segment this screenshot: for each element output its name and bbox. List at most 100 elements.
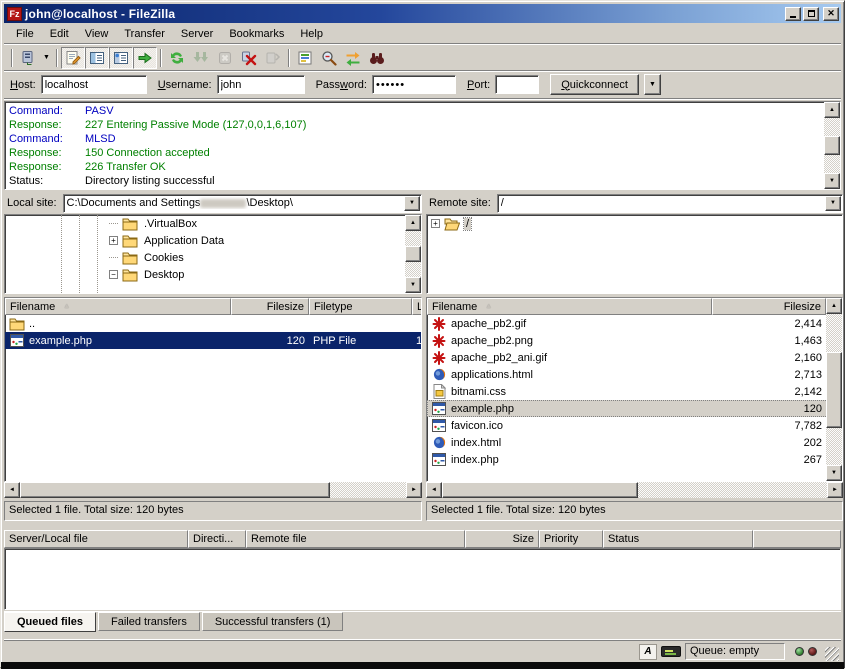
close-button[interactable]: ✕: [823, 7, 839, 21]
find-files-icon: [369, 50, 385, 66]
remote-list-scrollbar[interactable]: ▲ ▼: [826, 298, 842, 481]
scroll-up-icon[interactable]: ▲: [405, 215, 421, 231]
column-header-filename[interactable]: Filename▲: [5, 298, 231, 315]
remote-site-combobox[interactable]: / ▼: [497, 194, 843, 213]
collapse-icon[interactable]: −: [109, 270, 118, 279]
quickconnect-button[interactable]: Quickconnect: [550, 74, 639, 95]
transfer-type-icon[interactable]: A: [639, 644, 657, 660]
toggle-log-button[interactable]: [61, 47, 85, 69]
local-tree-scrollbar-thumb[interactable]: [405, 246, 421, 262]
scroll-right-icon[interactable]: ►: [406, 482, 422, 498]
local-site-dropdown-button[interactable]: ▼: [404, 196, 420, 211]
file-row[interactable]: index.html202: [427, 434, 842, 451]
minimize-button[interactable]: [785, 7, 801, 21]
resize-grip[interactable]: [825, 647, 839, 661]
queue-column-remotefile[interactable]: Remote file: [246, 530, 465, 548]
log-scrollbar[interactable]: ▲ ▼: [824, 102, 840, 189]
queue-status-text: Queue: empty: [685, 643, 785, 660]
tree-item[interactable]: +/: [427, 215, 842, 232]
remote-hscrollbar-thumb[interactable]: [442, 482, 638, 498]
column-header-filesize[interactable]: Filesize: [712, 298, 826, 315]
speed-limits-icon[interactable]: [661, 646, 681, 657]
tree-item[interactable]: +Application Data: [5, 232, 421, 249]
password-input[interactable]: [372, 75, 456, 94]
log-line-text: 150 Connection accepted: [85, 146, 210, 160]
toggle-remote-tree-button[interactable]: [109, 47, 133, 69]
tab-successful-transfers-[interactable]: Successful transfers (1): [202, 612, 344, 631]
file-row[interactable]: example.php120PHP File1: [5, 332, 421, 349]
column-header-filetype[interactable]: Filetype: [309, 298, 412, 315]
scroll-left-icon[interactable]: ◄: [4, 482, 20, 498]
scroll-down-icon[interactable]: ▼: [826, 465, 842, 481]
queue-column-serverlocalfile[interactable]: Server/Local file: [4, 530, 188, 548]
queue-column-priority[interactable]: Priority: [539, 530, 603, 548]
remote-list-hscrollbar[interactable]: ◄ ►: [426, 482, 843, 498]
toggle-local-tree-button[interactable]: [85, 47, 109, 69]
queue-column-status[interactable]: Status: [603, 530, 753, 548]
site-manager-dropdown-button[interactable]: ▼: [40, 47, 53, 69]
port-input[interactable]: [495, 75, 539, 94]
file-row[interactable]: apache_pb2.png1,463: [427, 332, 842, 349]
log-scrollbar-thumb[interactable]: [824, 136, 840, 155]
disconnect-button[interactable]: [237, 47, 261, 69]
username-input[interactable]: [217, 75, 305, 94]
queue-column-size[interactable]: Size: [465, 530, 539, 548]
menu-item-edit[interactable]: Edit: [42, 26, 77, 42]
refresh-button[interactable]: [165, 47, 189, 69]
file-cell-name: index.html: [427, 434, 712, 451]
expand-icon[interactable]: +: [109, 236, 118, 245]
site-manager-button[interactable]: [16, 47, 40, 69]
local-hscrollbar-thumb[interactable]: [20, 482, 330, 498]
local-site-combobox[interactable]: C:\Documents and Settings\Desktop\ ▼: [63, 194, 422, 213]
local-list-hscrollbar[interactable]: ◄ ►: [4, 482, 422, 498]
scroll-up-icon[interactable]: ▲: [826, 298, 842, 314]
expand-icon[interactable]: +: [431, 219, 440, 228]
menu-item-view[interactable]: View: [77, 26, 117, 42]
menubar: FileEditViewTransferServerBookmarksHelp: [4, 24, 841, 43]
synchronized-browsing-button[interactable]: [341, 47, 365, 69]
tree-item[interactable]: −Desktop: [5, 266, 421, 283]
file-row[interactable]: index.php267: [427, 451, 842, 468]
file-row[interactable]: apache_pb2.gif2,414: [427, 315, 842, 332]
menu-item-bookmarks[interactable]: Bookmarks: [221, 26, 292, 42]
column-header-filename[interactable]: Filename▲: [427, 298, 712, 315]
file-row[interactable]: apache_pb2_ani.gif2,160: [427, 349, 842, 366]
file-row[interactable]: ..: [5, 315, 421, 332]
remote-file-list: Filename▲Filesizeapache_pb2.gif2,414apac…: [426, 297, 843, 482]
scroll-up-icon[interactable]: ▲: [824, 102, 840, 118]
menu-item-transfer[interactable]: Transfer: [116, 26, 173, 42]
remote-site-dropdown-button[interactable]: ▼: [825, 196, 841, 211]
scroll-down-icon[interactable]: ▼: [405, 277, 421, 293]
toggle-queue-button[interactable]: [133, 47, 157, 69]
queue-column-directi[interactable]: Directi...: [188, 530, 246, 548]
log-line-text: 227 Entering Passive Mode (127,0,0,1,6,1…: [85, 118, 306, 132]
toolbar-separator: [160, 49, 162, 67]
menu-item-help[interactable]: Help: [292, 26, 331, 42]
file-row[interactable]: favicon.ico7,782: [427, 417, 842, 434]
tree-item-label: .VirtualBox: [142, 218, 199, 230]
file-cell-name: example.php: [5, 332, 231, 349]
tab-queued-files[interactable]: Queued files: [4, 612, 96, 632]
menu-item-file[interactable]: File: [8, 26, 42, 42]
tree-item[interactable]: .VirtualBox: [5, 215, 421, 232]
menu-item-server[interactable]: Server: [173, 26, 221, 42]
filter-button[interactable]: [293, 47, 317, 69]
tree-item[interactable]: Cookies: [5, 249, 421, 266]
column-header-l[interactable]: L: [412, 298, 422, 315]
list-header: Filename▲Filesize: [427, 298, 842, 315]
find-files-button[interactable]: [365, 47, 389, 69]
remote-scrollbar-thumb[interactable]: [826, 352, 842, 428]
local-tree-scrollbar[interactable]: ▲ ▼: [405, 215, 421, 293]
scroll-right-icon[interactable]: ►: [827, 482, 843, 498]
scroll-down-icon[interactable]: ▼: [824, 173, 840, 189]
column-header-filesize[interactable]: Filesize: [231, 298, 309, 315]
file-row[interactable]: applications.html2,713: [427, 366, 842, 383]
file-row[interactable]: bitnami.css2,142: [427, 383, 842, 400]
maximize-button[interactable]: [803, 7, 819, 21]
host-input[interactable]: [41, 75, 147, 94]
scroll-left-icon[interactable]: ◄: [426, 482, 442, 498]
quickconnect-dropdown-button[interactable]: ▼: [644, 74, 661, 95]
tab-failed-transfers[interactable]: Failed transfers: [98, 612, 200, 631]
file-row[interactable]: example.php120: [427, 400, 842, 417]
directory-comparison-button[interactable]: [317, 47, 341, 69]
